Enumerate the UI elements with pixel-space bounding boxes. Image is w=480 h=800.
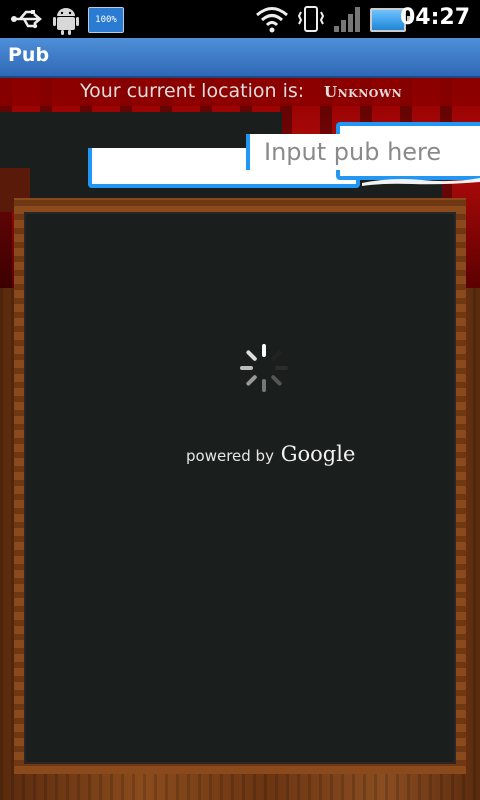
pub-search-input[interactable] [264,134,480,170]
status-time: 04:27 [399,5,470,30]
location-label: Your current location is: [80,80,305,102]
wifi-icon [256,7,288,33]
signal-icon [334,7,360,32]
vibrate-icon [297,6,325,32]
battery-app-icon: 100% [88,7,124,33]
location-value: Unknown [324,83,403,101]
search-field[interactable] [246,134,480,170]
location-bar: Your current location is: Unknown [0,78,480,106]
status-bar: 100% 04:27 [0,0,480,38]
chalk-streak [362,178,480,186]
loading-spinner-icon [240,344,288,392]
page-title: Pub [8,44,50,66]
usb-icon [11,10,42,29]
title-bar: Pub [0,38,480,78]
pub-screen: Your current location is: Unknown p [0,78,480,800]
powered-by-google: powered by Google [186,442,355,466]
powered-by-text: powered by [186,447,274,465]
android-icon [53,8,79,35]
chalkboard: powered by Google [24,212,456,764]
google-logo: Google [280,442,356,466]
